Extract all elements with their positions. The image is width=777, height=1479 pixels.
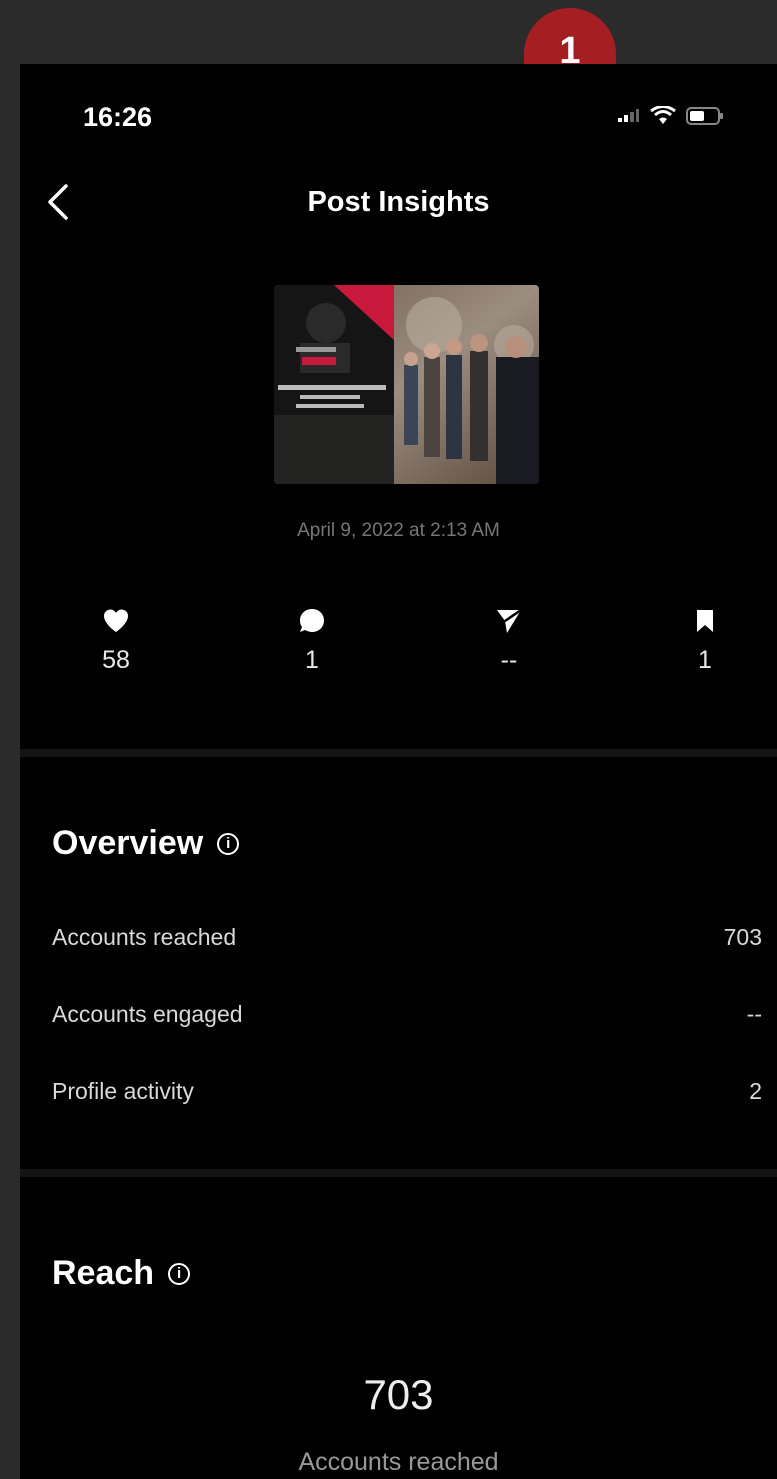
overview-row-value: 703: [723, 923, 762, 950]
post-date: April 9, 2022 at 2:13 AM: [297, 520, 500, 541]
info-icon[interactable]: i: [217, 832, 240, 855]
reach-heading: Reach i: [52, 1254, 191, 1293]
overview-title: Overview: [52, 824, 204, 862]
stat-likes: 58: [56, 604, 176, 675]
divider: [20, 749, 777, 757]
saves-count: 1: [698, 646, 712, 674]
signal-icon: [618, 109, 639, 122]
nav-bar: Post Insights: [20, 164, 777, 244]
step-badge: 1: [524, 8, 616, 70]
heart-icon: [104, 609, 128, 632]
post-image: [274, 285, 539, 484]
overview-row-label: Profile activity: [52, 1077, 194, 1104]
page-title: Post Insights: [307, 186, 490, 218]
divider: [20, 1169, 777, 1177]
share-icon: [497, 608, 522, 633]
shares-count: --: [500, 646, 518, 674]
post-stats: 58 1 -- 1: [20, 604, 777, 694]
battery-icon: [686, 107, 723, 125]
overview-row-value: 2: [749, 1077, 762, 1104]
phone-screen: 16:26 Post Insights April 9, 2022 at 2:1…: [20, 64, 777, 1479]
overview-heading: Overview i: [52, 824, 240, 863]
status-bar: 16:26: [20, 64, 777, 164]
overview-row-label: Accounts reached: [52, 923, 237, 950]
stat-comments: 1: [252, 604, 372, 675]
stat-saves: 1: [645, 604, 765, 675]
overview-row-value: --: [746, 1000, 762, 1027]
status-time: 16:26: [83, 102, 153, 132]
likes-count: 58: [102, 646, 130, 674]
overview-row-profile-activity[interactable]: Profile activity 2: [52, 1071, 762, 1111]
post-thumbnail[interactable]: [274, 285, 539, 484]
info-icon[interactable]: i: [168, 1262, 191, 1285]
comments-count: 1: [305, 646, 319, 674]
reach-title: Reach: [52, 1254, 155, 1292]
bookmark-icon: [697, 610, 713, 632]
reach-value: 703: [363, 1371, 434, 1418]
overview-row-accounts-engaged[interactable]: Accounts engaged --: [52, 994, 762, 1034]
overview-row-label: Accounts engaged: [52, 1000, 243, 1027]
status-icons: [618, 106, 724, 126]
comment-icon: [300, 609, 324, 632]
wifi-icon: [650, 106, 676, 124]
stat-shares: --: [449, 604, 569, 675]
overview-row-accounts-reached[interactable]: Accounts reached 703: [52, 917, 762, 957]
reach-label: Accounts reached: [298, 1448, 499, 1476]
